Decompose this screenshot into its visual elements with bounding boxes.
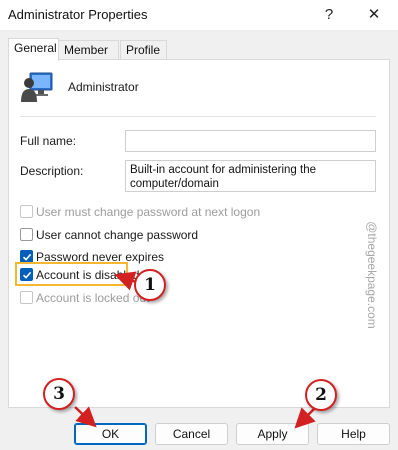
arrow-step-3 — [74, 406, 97, 428]
window-title: Administrator Properties — [8, 7, 148, 22]
description-label: Description: — [20, 164, 84, 178]
tab-profile[interactable]: Profile — [120, 40, 167, 60]
title-bar: Administrator Properties ? ✕ — [0, 0, 398, 30]
checkbox-label: User cannot change password — [36, 228, 199, 242]
description-line-2: computer/domain — [130, 178, 219, 190]
checkbox-box[interactable] — [20, 291, 33, 304]
divider — [20, 116, 376, 117]
ok-button[interactable]: OK — [74, 423, 147, 445]
tab-general[interactable]: General — [8, 38, 59, 61]
description-line-1: Built-in account for administering the — [130, 164, 317, 176]
apply-button[interactable]: Apply — [236, 423, 309, 445]
checkbox-label: Account is locked out — [36, 291, 150, 305]
checkbox-box[interactable] — [20, 205, 33, 218]
checkbox-box[interactable] — [20, 228, 33, 241]
highlight-box — [15, 262, 128, 286]
description-field[interactable]: Built-in account for administering the c… — [125, 160, 376, 192]
full-name-label: Full name: — [20, 134, 77, 148]
checkbox-label: User must change password at next logon — [36, 205, 261, 219]
help-icon[interactable]: ? — [312, 3, 346, 27]
tab-member-of[interactable]: Member Of — [58, 40, 119, 75]
step-badge-2: 2 — [305, 379, 337, 411]
full-name-field[interactable] — [125, 130, 376, 152]
watermark: @thegeekpage.com — [365, 221, 379, 329]
user-name: Administrator — [68, 80, 139, 94]
step-badge-3: 3 — [43, 378, 75, 410]
checkmark-icon — [22, 253, 32, 261]
cancel-button[interactable]: Cancel — [155, 423, 228, 445]
close-icon[interactable]: ✕ — [357, 3, 391, 27]
user-monitor-icon — [21, 72, 53, 102]
step-badge-1: 1 — [134, 269, 166, 301]
help-button[interactable]: Help — [317, 423, 390, 445]
